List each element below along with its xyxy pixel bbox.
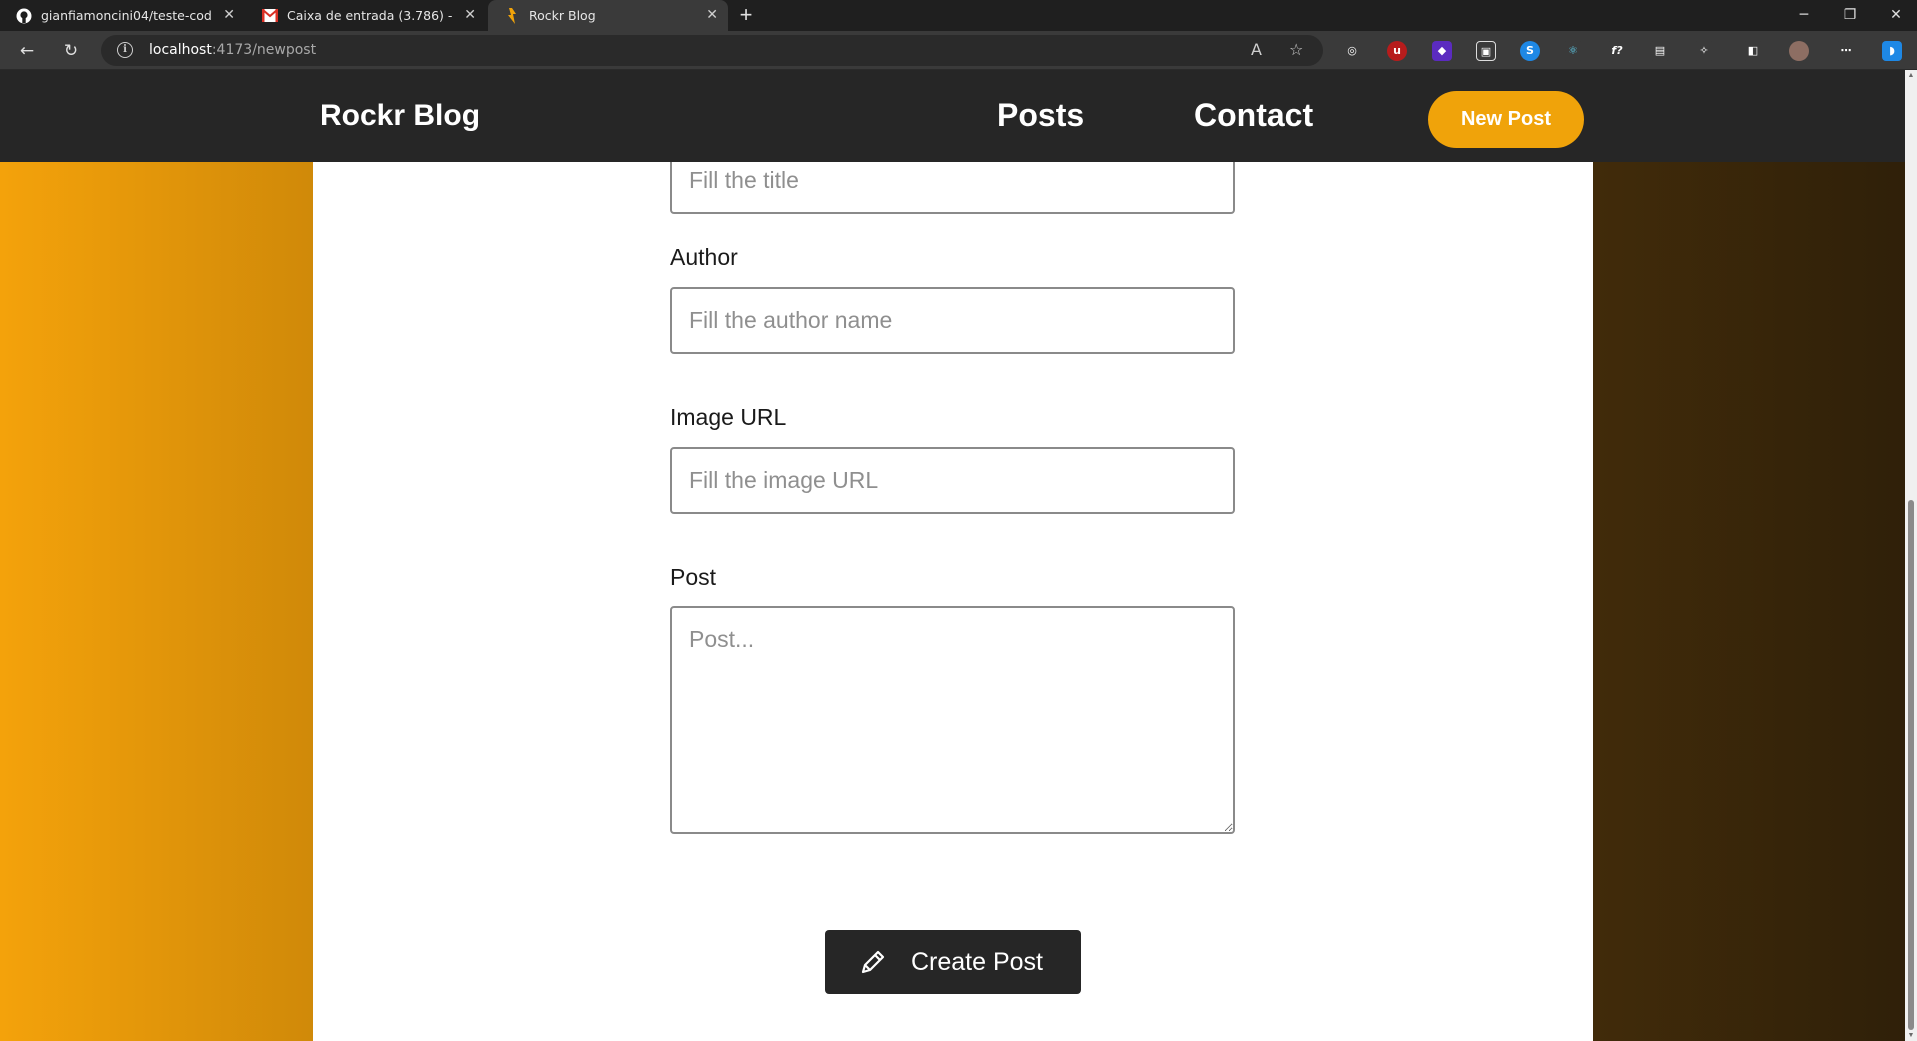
browser-tab-strip: gianfiamoncini04/teste-coderock ✕ Caixa … <box>0 0 1917 31</box>
extension-box-icon[interactable]: ▣ <box>1476 41 1496 61</box>
new-tab-icon[interactable]: + <box>732 2 760 30</box>
create-post-label: Create Post <box>911 947 1044 976</box>
create-post-button[interactable]: Create Post <box>825 930 1081 994</box>
scroll-down-icon[interactable]: ▼ <box>1905 1032 1917 1039</box>
browser-toolbar: ← ↻ i localhost:4173/newpost A ☆ <box>0 31 1917 70</box>
site-navbar: Rockr Blog Posts Contact New Post <box>0 70 1905 162</box>
favorite-star-icon[interactable]: ☆ <box>1289 40 1303 59</box>
new-post-button[interactable]: New Post <box>1428 91 1584 148</box>
read-aloud-icon[interactable]: A <box>1251 40 1262 59</box>
address-bar[interactable]: i localhost:4173/newpost A ☆ <box>101 35 1323 66</box>
main-content <box>313 70 1593 1041</box>
post-label: Post <box>670 564 717 590</box>
rockr-icon <box>504 7 520 24</box>
nav-contact-link[interactable]: Contact <box>1194 97 1313 134</box>
tab-title: gianfiamoncini04/teste-coderock <box>41 8 211 23</box>
react-devtools-icon[interactable]: ⚛ <box>1563 41 1583 61</box>
tab-title: Rockr Blog <box>529 8 596 23</box>
image-url-label: Image URL <box>670 404 787 430</box>
site-brand[interactable]: Rockr Blog <box>320 99 480 133</box>
copilot-icon[interactable]: ◗ <box>1882 41 1902 61</box>
close-icon[interactable]: ✕ <box>464 7 476 23</box>
shazam-icon[interactable]: S <box>1520 41 1540 61</box>
restore-icon[interactable]: ❐ <box>1827 0 1873 31</box>
tab-rockr-blog[interactable]: Rockr Blog ✕ <box>488 0 728 31</box>
pencil-icon <box>861 950 885 974</box>
tab-title: Caixa de entrada (3.786) - carlo.g <box>287 8 457 23</box>
info-icon[interactable]: i <box>117 42 133 58</box>
page-background: Author Image URL Post Create Post Rockr … <box>0 70 1905 1041</box>
back-icon[interactable]: ← <box>12 37 42 65</box>
scroll-up-icon[interactable]: ▲ <box>1905 72 1917 79</box>
tab-gmail[interactable]: Caixa de entrada (3.786) - carlo.g ✕ <box>246 0 486 31</box>
tab-github[interactable]: gianfiamoncini04/teste-coderock ✕ <box>0 0 245 31</box>
page-scrollbar[interactable]: ▲ ▼ <box>1905 70 1917 1041</box>
post-textarea[interactable] <box>670 606 1235 834</box>
split-screen-icon[interactable]: ◧ <box>1743 41 1763 61</box>
scrollbar-thumb[interactable] <box>1908 500 1914 1030</box>
more-menu-icon[interactable]: ⋯ <box>1836 41 1856 61</box>
window-close-icon[interactable]: ✕ <box>1873 0 1917 31</box>
nav-posts-link[interactable]: Posts <box>997 97 1084 134</box>
ublock-icon[interactable]: u <box>1387 41 1407 61</box>
function-icon[interactable]: f? <box>1607 41 1627 61</box>
close-icon[interactable]: ✕ <box>706 7 718 23</box>
extension-window-icon[interactable]: ▤ <box>1650 41 1670 61</box>
close-icon[interactable]: ✕ <box>223 7 235 23</box>
author-input[interactable] <box>670 287 1235 354</box>
minimize-icon[interactable]: ─ <box>1781 0 1827 31</box>
reload-icon[interactable]: ↻ <box>56 37 86 65</box>
gmail-icon <box>262 8 278 24</box>
author-label: Author <box>670 244 738 270</box>
extension-purple-icon[interactable]: ◆ <box>1432 41 1452 61</box>
extensions-puzzle-icon[interactable]: ✧ <box>1694 41 1714 61</box>
github-icon <box>16 8 32 24</box>
image-url-input[interactable] <box>670 447 1235 514</box>
url-text: localhost:4173/newpost <box>149 42 317 58</box>
extension-glasses-icon[interactable]: ◎ <box>1342 41 1362 61</box>
profile-avatar[interactable] <box>1789 41 1809 61</box>
